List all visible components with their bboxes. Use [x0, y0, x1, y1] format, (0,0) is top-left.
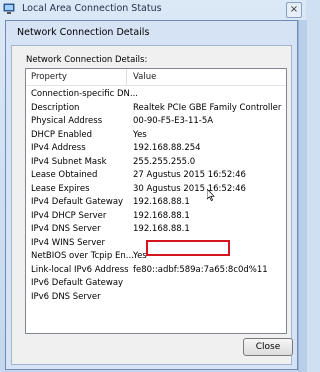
row-property: IPv4 Subnet Mask	[31, 156, 107, 167]
list-row[interactable]: IPv4 DHCP Server 192.168.88.1	[26, 210, 286, 223]
row-property: IPv6 Default Gateway	[31, 278, 124, 288]
row-value: Yes	[133, 251, 147, 261]
row-property: DHCP Enabled	[31, 129, 93, 140]
row-property: IPv4 WINS Server	[31, 237, 106, 248]
row-value: fe80::adbf:589a:7a65:8c0d%11	[133, 264, 268, 275]
list-row[interactable]: Connection-specific DN...	[26, 88, 286, 101]
list-header: Property Value	[26, 69, 286, 86]
row-value: 192.168.88.1	[133, 197, 190, 207]
dialog-body: Network Connection Details: Property Val…	[11, 45, 293, 365]
row-property: IPv4 DNS Server	[31, 224, 101, 234]
list-row[interactable]: IPv4 Default Gateway 192.168.88.1	[26, 196, 286, 209]
gateway-highlight-box	[146, 240, 230, 256]
parent-close-button[interactable]: ×	[286, 2, 302, 18]
network-icon	[3, 3, 15, 14]
parent-titlebar: Local Area Connection Status ×	[0, 0, 306, 20]
list-row[interactable]: Physical Address 00-90-F5-E3-11-5A	[26, 115, 286, 128]
list-row[interactable]: IPv6 Default Gateway	[26, 277, 286, 290]
row-property: Connection-specific DN...	[31, 89, 138, 99]
row-value: 192.168.88.254	[133, 143, 201, 153]
row-property: IPv4 Address	[31, 143, 86, 153]
column-header-property[interactable]: Property	[31, 72, 67, 82]
row-value: 192.168.88.1	[133, 224, 190, 234]
row-property: IPv4 Default Gateway	[31, 197, 124, 207]
list-row[interactable]: Description Realtek PCIe GBE Family Cont…	[26, 102, 286, 115]
row-value: Realtek PCIe GBE Family Controller	[133, 102, 282, 113]
close-button[interactable]: Close	[243, 338, 293, 356]
list-row[interactable]: DHCP Enabled Yes	[26, 129, 286, 142]
row-value: Yes	[133, 129, 147, 140]
row-property: Description	[31, 102, 80, 113]
mouse-cursor-icon	[207, 189, 215, 201]
row-property: NetBIOS over Tcpip En...	[31, 251, 134, 261]
list-row[interactable]: Link-local IPv6 Address fe80::adbf:589a:…	[26, 264, 286, 277]
row-value: 00-90-F5-E3-11-5A	[133, 116, 214, 126]
list-row[interactable]: IPv4 Subnet Mask 255.255.255.0	[26, 156, 286, 169]
row-property: Lease Obtained	[31, 170, 98, 180]
row-property: IPv4 DHCP Server	[31, 210, 107, 221]
list-row[interactable]: IPv4 Address 192.168.88.254	[26, 142, 286, 155]
column-header-value[interactable]: Value	[133, 72, 156, 82]
row-value: 30 Agustus 2015 16:52:46	[133, 183, 246, 194]
row-value: 255.255.255.0	[133, 156, 196, 167]
parent-window-title: Local Area Connection Status	[22, 3, 162, 14]
column-divider[interactable]	[126, 69, 127, 85]
row-property: Lease Expires	[31, 183, 90, 194]
details-list[interactable]: Property Value Connection-specific DN...…	[25, 68, 287, 334]
row-property: Physical Address	[31, 116, 103, 126]
row-value: 27 Agustus 2015 16:52:46	[133, 170, 246, 180]
row-property: Link-local IPv6 Address	[31, 264, 129, 275]
list-row[interactable]: Lease Obtained 27 Agustus 2015 16:52:46	[26, 169, 286, 182]
section-label: Network Connection Details:	[26, 55, 148, 65]
row-value: 192.168.88.1	[133, 210, 190, 221]
list-row[interactable]: Lease Expires 30 Agustus 2015 16:52:46	[26, 183, 286, 196]
row-property: IPv6 DNS Server	[31, 291, 101, 302]
dialog-title: Network Connection Details	[17, 27, 150, 38]
list-row[interactable]: IPv6 DNS Server	[26, 291, 286, 304]
dialog-titlebar: Network Connection Details	[6, 21, 297, 45]
parent-window-edge	[298, 20, 307, 372]
network-connection-details-dialog: Network Connection Details Network Conne…	[5, 20, 298, 370]
list-row[interactable]: IPv4 DNS Server 192.168.88.1	[26, 223, 286, 236]
